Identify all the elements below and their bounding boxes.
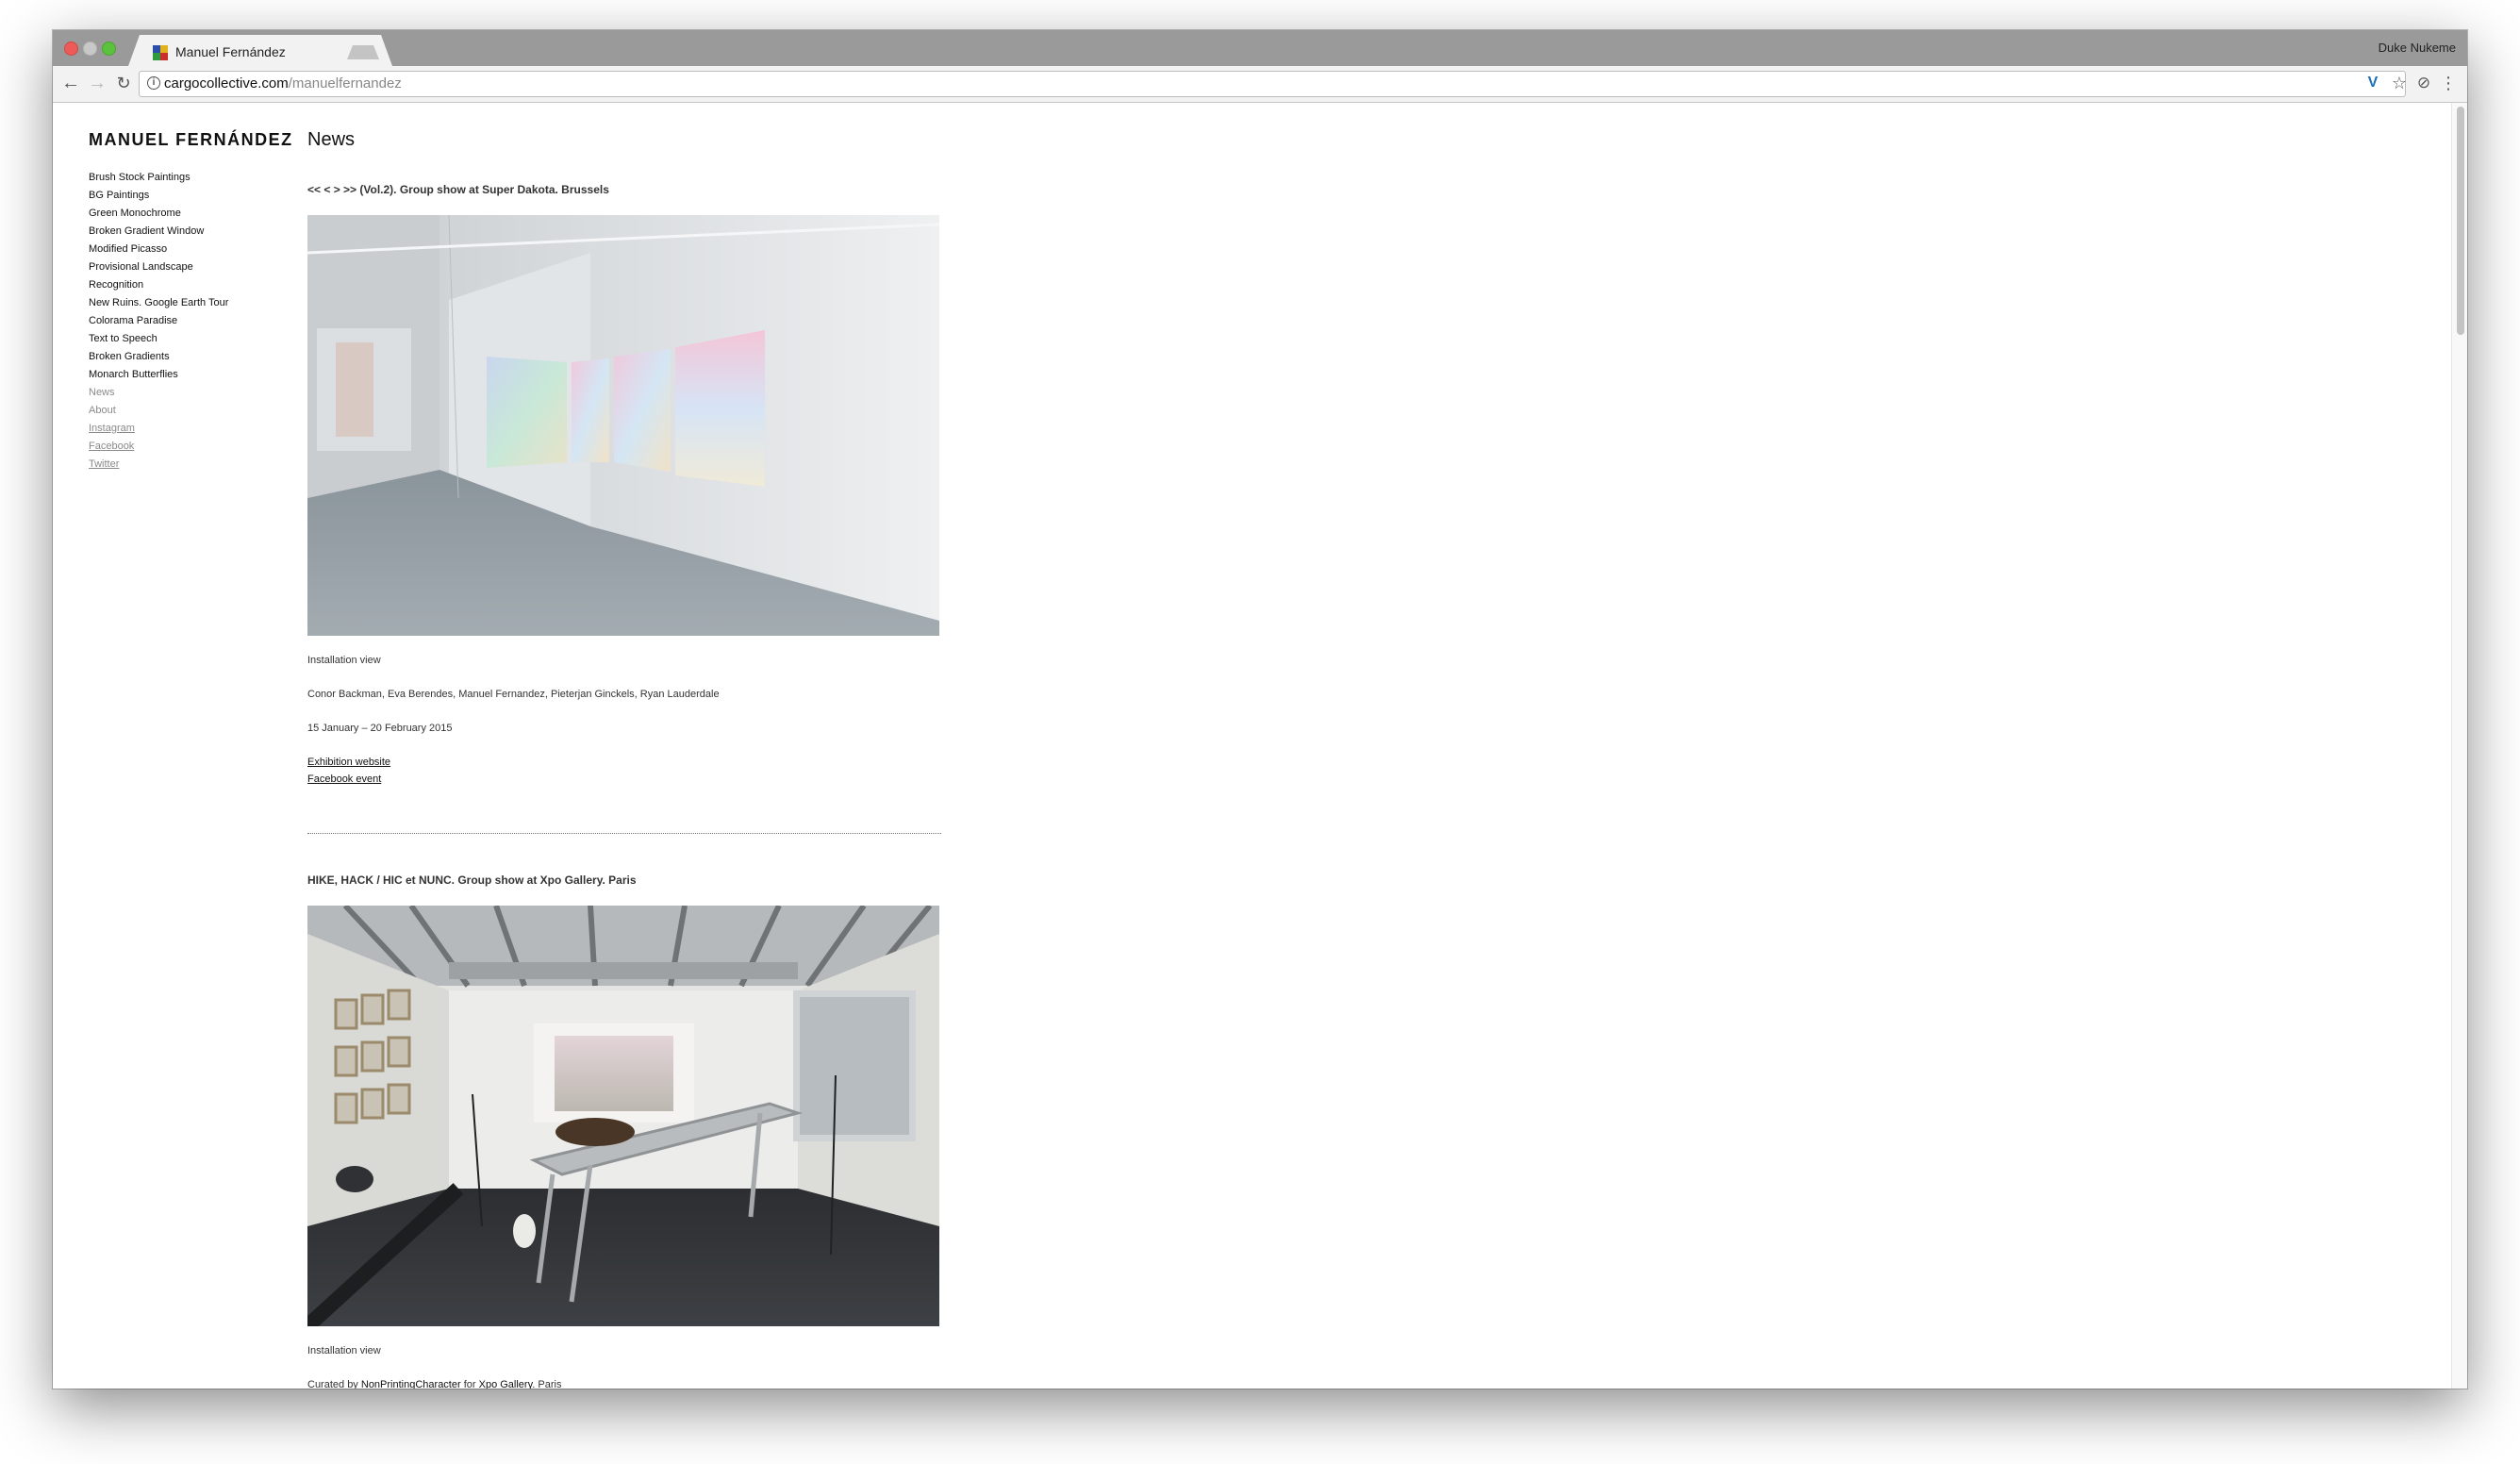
post-title: << < > >> (Vol.2). Group show at Super D… — [307, 183, 609, 196]
sidebar-item-green-monochrome[interactable]: Green Monochrome — [89, 205, 228, 223]
sidebar-item-broken-gradient-window[interactable]: Broken Gradient Window — [89, 223, 228, 241]
url-host: cargocollective.com — [164, 75, 289, 92]
post-caption: Installation view — [307, 655, 381, 666]
facebook-event-link[interactable]: Facebook event — [307, 774, 381, 785]
sidebar-item-monarch-butterflies[interactable]: Monarch Butterflies — [89, 366, 228, 384]
sidebar-link-instagram[interactable]: Instagram — [89, 420, 228, 438]
page-scrollbar[interactable] — [2451, 103, 2467, 1389]
web-page: MANUEL FERNÁNDEZ Brush Stock Paintings B… — [53, 103, 2467, 1389]
reload-icon[interactable]: ↻ — [111, 71, 136, 95]
credit-suffix: . Paris — [532, 1379, 562, 1389]
page-title: News — [307, 129, 356, 150]
post-title: HIKE, HACK / HIC et NUNC. Group show at … — [307, 873, 637, 887]
maximize-window-button[interactable] — [102, 42, 116, 56]
sidebar-item-about[interactable]: About — [89, 402, 228, 420]
installation-photo[interactable] — [307, 215, 939, 636]
sidebar-item-modified-picasso[interactable]: Modified Picasso — [89, 241, 228, 258]
extension-ghost-icon[interactable]: ⊘ — [2412, 72, 2435, 94]
url-text[interactable]: cargocollective.com/manuelfernandez — [164, 75, 402, 92]
tab-strip: Manuel Fernández × Duke Nukeme — [53, 30, 2467, 66]
credit-prefix: Curated by — [307, 1379, 361, 1389]
sidebar-item-bg-paintings[interactable]: BG Paintings — [89, 187, 228, 205]
nonprintingcharacter-link[interactable]: NonPrintingCharacter — [361, 1379, 461, 1389]
credit-mid: for — [460, 1379, 479, 1389]
forward-arrow-icon[interactable]: → — [85, 71, 109, 95]
profile-name[interactable]: Duke Nukeme — [2379, 41, 2456, 55]
sidebar-item-brush-stock-paintings[interactable]: Brush Stock Paintings — [89, 169, 228, 187]
sidebar-item-text-to-speech[interactable]: Text to Speech — [89, 330, 228, 348]
installation-photo[interactable] — [307, 906, 939, 1326]
extension-v-icon[interactable]: V — [2362, 72, 2384, 94]
post-dates: 15 January – 20 February 2015 — [307, 723, 453, 734]
bookmark-star-icon[interactable]: ☆ — [2388, 72, 2411, 94]
browser-window: Manuel Fernández × Duke Nukeme ← → ↻ i c… — [53, 30, 2467, 1389]
back-arrow-icon[interactable]: ← — [58, 71, 83, 95]
post-divider — [307, 833, 941, 834]
xpo-gallery-link[interactable]: Xpo Gallery — [479, 1379, 533, 1389]
site-title[interactable]: MANUEL FERNÁNDEZ — [89, 130, 293, 150]
minimize-window-button[interactable] — [83, 42, 97, 56]
sidebar-item-colorama-paradise[interactable]: Colorama Paradise — [89, 312, 228, 330]
scrollbar-thumb[interactable] — [2457, 107, 2464, 335]
browser-toolbar: ← → ↻ i cargocollective.com/manuelfernan… — [53, 66, 2467, 103]
sidebar-item-broken-gradients[interactable]: Broken Gradients — [89, 348, 228, 366]
sidebar-item-new-ruins[interactable]: New Ruins. Google Earth Tour — [89, 294, 228, 312]
site-info-icon[interactable]: i — [147, 76, 160, 90]
sidebar-item-recognition[interactable]: Recognition — [89, 276, 228, 294]
sidebar-link-facebook[interactable]: Facebook — [89, 438, 228, 456]
tab-title: Manuel Fernández — [175, 44, 286, 59]
post-caption: Installation view — [307, 1345, 381, 1356]
new-tab-button[interactable] — [347, 45, 379, 59]
sidebar-nav: Brush Stock Paintings BG Paintings Green… — [89, 169, 228, 474]
post-credit: Curated by NonPrintingCharacter for Xpo … — [307, 1379, 561, 1389]
exhibition-website-link[interactable]: Exhibition website — [307, 757, 390, 768]
sidebar-item-provisional-landscape[interactable]: Provisional Landscape — [89, 258, 228, 276]
sidebar-item-news[interactable]: News — [89, 384, 228, 402]
address-bar[interactable]: i cargocollective.com/manuelfernandez — [139, 71, 2406, 97]
sidebar-link-twitter[interactable]: Twitter — [89, 456, 228, 474]
close-window-button[interactable] — [64, 42, 78, 56]
url-path: /manuelfernandez — [288, 75, 402, 92]
post-artists: Conor Backman, Eva Berendes, Manuel Fern… — [307, 689, 720, 700]
favicon-icon — [153, 45, 168, 60]
browser-menu-icon[interactable]: ⋮ — [2437, 72, 2460, 94]
